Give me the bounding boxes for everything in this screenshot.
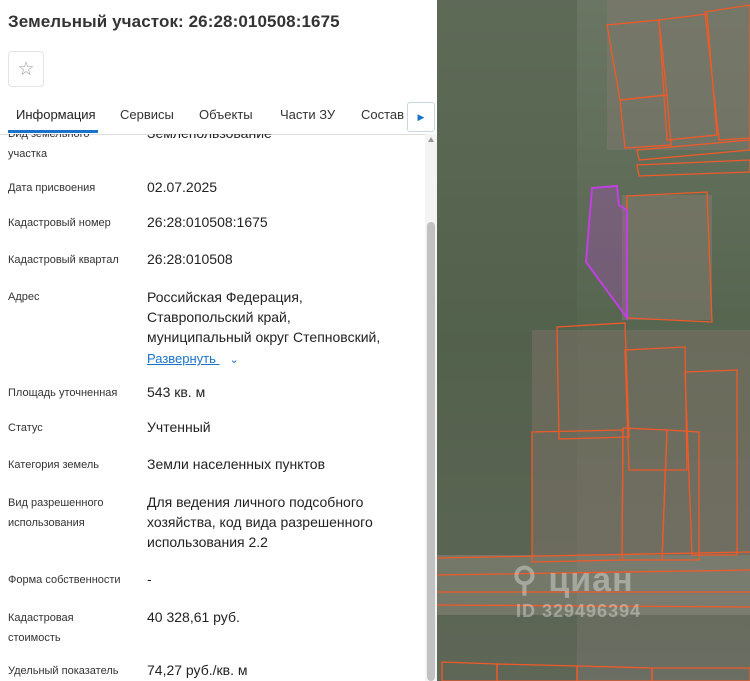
properties-list: Вид земельного участка Землепользование … xyxy=(0,134,425,681)
property-label: Вид разрешенного xyxy=(8,497,104,509)
map-view[interactable]: ⚲ циан ID 329496394 xyxy=(437,0,750,681)
watermark-brand: циан xyxy=(548,561,634,599)
tabs-scroll-right-button[interactable]: ▶ xyxy=(407,102,435,132)
property-label: Статус xyxy=(8,422,43,434)
tab-services[interactable]: Сервисы xyxy=(120,107,174,122)
address-line: муниципальный округ Степновский, xyxy=(147,329,381,345)
property-value: 74,27 руб./кв. м xyxy=(147,662,248,678)
property-label: Кадастровая xyxy=(8,612,74,624)
property-label: Удельный показатель xyxy=(8,665,119,677)
tab-parts[interactable]: Части ЗУ xyxy=(280,107,335,122)
property-value: 26:28:010508 xyxy=(147,251,233,267)
property-value-line: хозяйства, код вида разрешенного xyxy=(147,514,373,530)
property-value: Земли населенных пунктов xyxy=(147,456,326,472)
property-label: Площадь уточненная xyxy=(8,387,118,399)
favorite-button[interactable]: ☆ xyxy=(8,51,44,87)
person-icon: ⚲ xyxy=(512,561,538,599)
roof-area xyxy=(622,195,712,320)
property-value-line: использования 2.2 xyxy=(147,534,268,550)
property-label: Адрес xyxy=(8,291,40,303)
property-label: использования xyxy=(8,517,85,529)
tab-composition[interactable]: Состав xyxy=(361,107,404,122)
property-label: Кадастровый квартал xyxy=(8,254,119,266)
tab-information[interactable]: Информация xyxy=(16,107,96,122)
property-label: Вид земельного участка xyxy=(8,134,90,160)
scroll-up-arrow-icon[interactable] xyxy=(428,137,434,142)
property-value: 543 кв. м xyxy=(147,384,206,400)
property-label: Форма собственности xyxy=(8,574,121,586)
watermark-logo: ⚲ циан xyxy=(512,560,634,600)
property-label: Дата присвоения xyxy=(8,182,96,194)
property-label: стоимость xyxy=(8,632,61,644)
scrollbar-thumb[interactable] xyxy=(427,222,435,681)
property-value: Землепользование xyxy=(147,134,412,143)
expand-address-link[interactable]: Развернуть ⌄ xyxy=(147,351,239,366)
watermark-id: ID 329496394 xyxy=(516,601,642,621)
page-title: Земельный участок: 26:28:010508:1675 xyxy=(8,12,340,31)
property-label: Кадастровый номер xyxy=(8,217,111,229)
property-label: Категория земель xyxy=(8,459,99,471)
triangle-right-icon: ▶ xyxy=(417,111,425,122)
star-icon: ☆ xyxy=(17,58,35,80)
property-value-line: Для ведения личного подсобного xyxy=(147,494,364,510)
info-panel: Земельный участок: 26:28:010508:1675 ☆ И… xyxy=(0,0,437,681)
tab-objects[interactable]: Объекты xyxy=(199,107,253,122)
property-value: 02.07.2025 xyxy=(147,179,218,195)
property-value: 40 328,61 руб. xyxy=(147,609,240,625)
expand-label[interactable]: Развернуть xyxy=(147,351,216,366)
address-line: Ставропольский край, xyxy=(147,309,291,325)
roof-area xyxy=(532,330,750,555)
address-line: Российская Федерация, xyxy=(147,289,303,305)
property-value: Учтенный xyxy=(147,419,211,435)
property-value: 26:28:010508:1675 xyxy=(147,214,268,230)
property-value: - xyxy=(147,571,152,587)
chevron-down-icon[interactable]: ⌄ xyxy=(230,353,239,366)
active-tab-indicator xyxy=(8,130,98,133)
